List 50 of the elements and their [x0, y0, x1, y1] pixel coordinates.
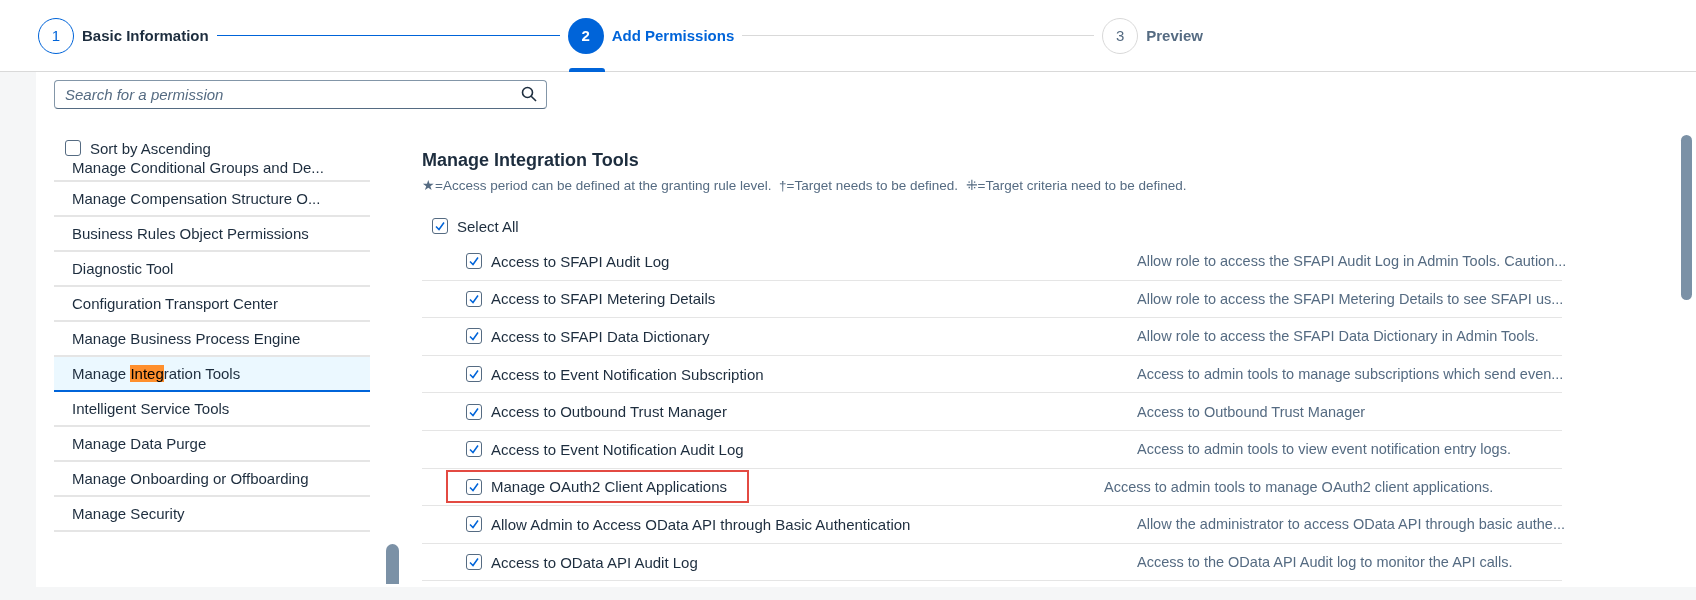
checkbox[interactable] — [432, 218, 448, 234]
sort-label: Sort by Ascending — [90, 139, 211, 157]
permission-name: Access to SFAPI Metering Details — [491, 290, 716, 308]
permission-category-item[interactable]: Manage Integration Tools — [54, 357, 370, 392]
permission-category-item[interactable]: Manage Compensation Structure O... — [54, 182, 370, 217]
checkbox[interactable] — [65, 140, 81, 156]
search-field[interactable]: Search for a permission — [54, 80, 547, 109]
checkbox[interactable] — [466, 290, 482, 307]
wizard-step[interactable]: 2 Add Permissions — [567, 0, 735, 72]
permission-name: Manage OAuth2 Client Applications — [491, 478, 727, 496]
permission-name: Allow Admin to Access OData API through Basic Authentication — [491, 515, 911, 533]
permission-category-item[interactable]: Manage Conditional Groups and De... — [54, 160, 370, 182]
checkbox[interactable] — [466, 441, 482, 458]
permission-name: Access to Outbound Trust Manager — [491, 403, 727, 421]
permission-name: Access to SFAPI Data Dictionary — [491, 328, 710, 345]
scrollbar-thumb[interactable] — [1681, 135, 1692, 300]
legend-text: ★=Access period can be defined at the granting rule level. †=Target needs to be defined. ⁜=Target criteria need to be defined. — [422, 177, 1188, 193]
search-icon[interactable] — [521, 86, 537, 102]
permission-category-item[interactable]: Diagnostic Tool — [54, 252, 370, 287]
wizard-step[interactable]: 3 Preview — [1102, 0, 1203, 72]
permission-description: Allow role to access the SFAPI Data Dictionary in Admin Tools. — [1137, 328, 1539, 345]
permission-description: Access to admin tools to manage subscriptions which send even... — [1137, 366, 1564, 383]
checkbox[interactable] — [466, 478, 482, 495]
scrollbar-thumb[interactable] — [386, 544, 399, 584]
permission-category-item[interactable]: Manage Onboarding or Offboarding — [54, 462, 370, 497]
permission-description: Access to admin tools to view event notification entry logs. — [1137, 441, 1511, 458]
permission-category-item[interactable]: Intelligent Service Tools — [54, 392, 370, 427]
permission-description: Access to Outbound Trust Manager — [1137, 403, 1366, 420]
permission-name: Access to SFAPI Audit Log — [491, 252, 670, 270]
wizard-step[interactable]: 1 Basic Information — [38, 0, 209, 72]
checkbox[interactable] — [466, 366, 482, 383]
permission-description: Allow role to access the SFAPI Audit Log in Admin Tools. Caution... — [1137, 253, 1567, 270]
checkbox[interactable] — [466, 403, 482, 420]
select-all-label: Select All — [457, 217, 519, 235]
permission-description: Access to admin tools to manage OAuth2 client applications. — [1104, 478, 1494, 495]
permission-name: Access to Event Notification Subscription — [491, 365, 764, 383]
checkbox[interactable] — [466, 516, 482, 533]
permission-description: Allow role to access the SFAPI Metering Details to see SFAPI us... — [1137, 290, 1564, 307]
permission-category-item[interactable]: Manage Security — [54, 497, 370, 532]
section-title: Manage Integration Tools — [422, 150, 640, 171]
permission-category-item[interactable]: Configuration Transport Center — [54, 287, 370, 322]
permission-name: Access to OData API Audit Log — [491, 553, 698, 571]
permission-description: Allow the administrator to access OData API through basic authe... — [1137, 516, 1565, 533]
permission-description: Access to the OData API Audit log to monitor the API calls. — [1137, 554, 1513, 571]
checkbox[interactable] — [466, 328, 482, 345]
permission-category-item[interactable]: Business Rules Object Permissions — [54, 217, 370, 252]
checkbox[interactable] — [466, 554, 482, 571]
permission-category-item[interactable]: Manage Data Purge — [54, 427, 370, 462]
permission-name: Access to Event Notification Audit Log — [491, 440, 744, 458]
checkbox[interactable] — [466, 253, 482, 270]
